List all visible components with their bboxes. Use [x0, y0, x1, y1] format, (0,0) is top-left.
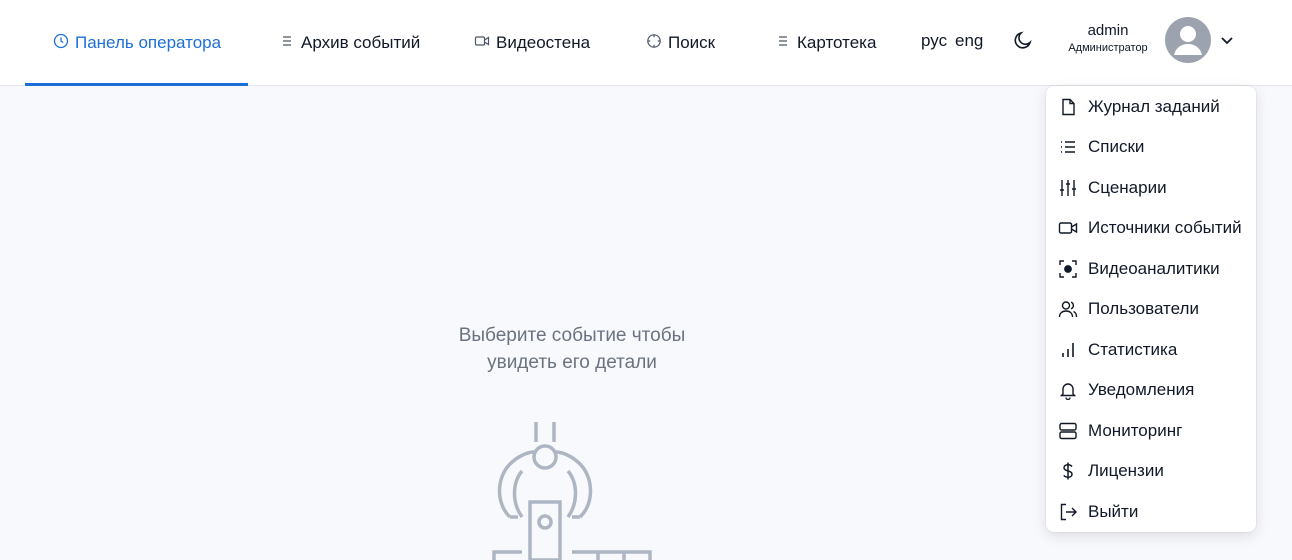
tab-event-archive[interactable]: Архив событий [279, 0, 420, 86]
tab-video-wall[interactable]: Видеостена [474, 0, 590, 86]
target-icon [646, 33, 662, 54]
dollar-icon [1058, 461, 1078, 481]
moon-icon[interactable] [1012, 29, 1034, 51]
user-role: Администратор [1068, 42, 1148, 54]
tab-label: Поиск [668, 33, 716, 52]
file-icon [1058, 97, 1078, 117]
menu-item-label: Уведомления [1088, 380, 1195, 399]
list-icon [775, 33, 791, 54]
menu-item-users[interactable]: Пользователи [1046, 289, 1256, 329]
list-icon [279, 33, 295, 54]
tab-label: Видеостена [496, 33, 591, 52]
empty-state-line: увидеть его детали [487, 352, 657, 373]
menu-item-label: Журнал заданий [1088, 97, 1220, 116]
menu-item-notifications[interactable]: Уведомления [1046, 370, 1256, 410]
sliders-icon [1058, 178, 1078, 198]
tab-search[interactable]: Поиск [646, 0, 715, 86]
active-tab-indicator [25, 83, 249, 86]
robot-arm-illustration [488, 420, 658, 560]
menu-item-label: Лицензии [1088, 461, 1164, 480]
logout-icon [1058, 502, 1078, 522]
menu-item-statistics[interactable]: Статистика [1046, 330, 1256, 370]
menu-item-logout[interactable]: Выйти [1046, 492, 1256, 532]
tab-card-index[interactable]: Картотека [775, 0, 876, 86]
menu-item-label: Выйти [1088, 502, 1139, 521]
menu-item-lists[interactable]: Списки [1046, 127, 1256, 167]
tab-label: Картотека [797, 33, 877, 52]
bell-icon [1058, 380, 1078, 400]
focus-icon [1058, 259, 1078, 279]
menu-item-label: Видеоаналитики [1088, 259, 1220, 278]
empty-state-line: Выберите событие чтобы [458, 325, 686, 346]
tab-label: Архив событий [301, 33, 421, 52]
users-icon [1058, 299, 1078, 319]
tab-operator-panel[interactable]: Панель оператора [25, 0, 249, 86]
menu-item-scenarios[interactable]: Сценарии [1046, 168, 1256, 208]
menu-item-label: Списки [1088, 137, 1145, 156]
menu-item-label: Пользователи [1088, 299, 1199, 318]
menu-item-monitoring[interactable]: Мониторинг [1046, 411, 1256, 451]
menu-item-licenses[interactable]: Лицензии [1046, 451, 1256, 491]
clock-icon [53, 33, 69, 54]
video-icon [474, 33, 490, 54]
user-name: admin [1087, 22, 1129, 39]
menu-item-label: Источники событий [1088, 218, 1242, 237]
server-icon [1058, 421, 1078, 441]
user-info: admin Администратор [1058, 22, 1158, 56]
language-en[interactable]: eng [955, 31, 983, 51]
menu-item-label: Мониторинг [1088, 421, 1183, 440]
user-avatar-icon[interactable] [1165, 17, 1211, 63]
tab-label: Панель оператора [75, 33, 222, 52]
menu-item-video-analytics[interactable]: Видеоаналитики [1046, 249, 1256, 289]
user-dropdown-menu: Журнал заданий Списки Сценарии Источники… [1046, 86, 1256, 532]
language-ru[interactable]: рус [921, 31, 947, 51]
top-navigation-bar: Панель оператора Архив событий Видеостен… [0, 0, 1292, 86]
menu-item-label: Статистика [1088, 340, 1178, 359]
chevron-down-icon[interactable] [1218, 31, 1236, 49]
menu-item-event-sources[interactable]: Источники событий [1046, 208, 1256, 248]
empty-state-message: Выберите событие чтобы увидеть его детал… [432, 322, 712, 376]
video-icon [1058, 218, 1078, 238]
menu-item-label: Сценарии [1088, 178, 1167, 197]
list-icon [1058, 137, 1078, 157]
menu-item-task-journal[interactable]: Журнал заданий [1046, 87, 1256, 127]
bar-chart-icon [1058, 340, 1078, 360]
